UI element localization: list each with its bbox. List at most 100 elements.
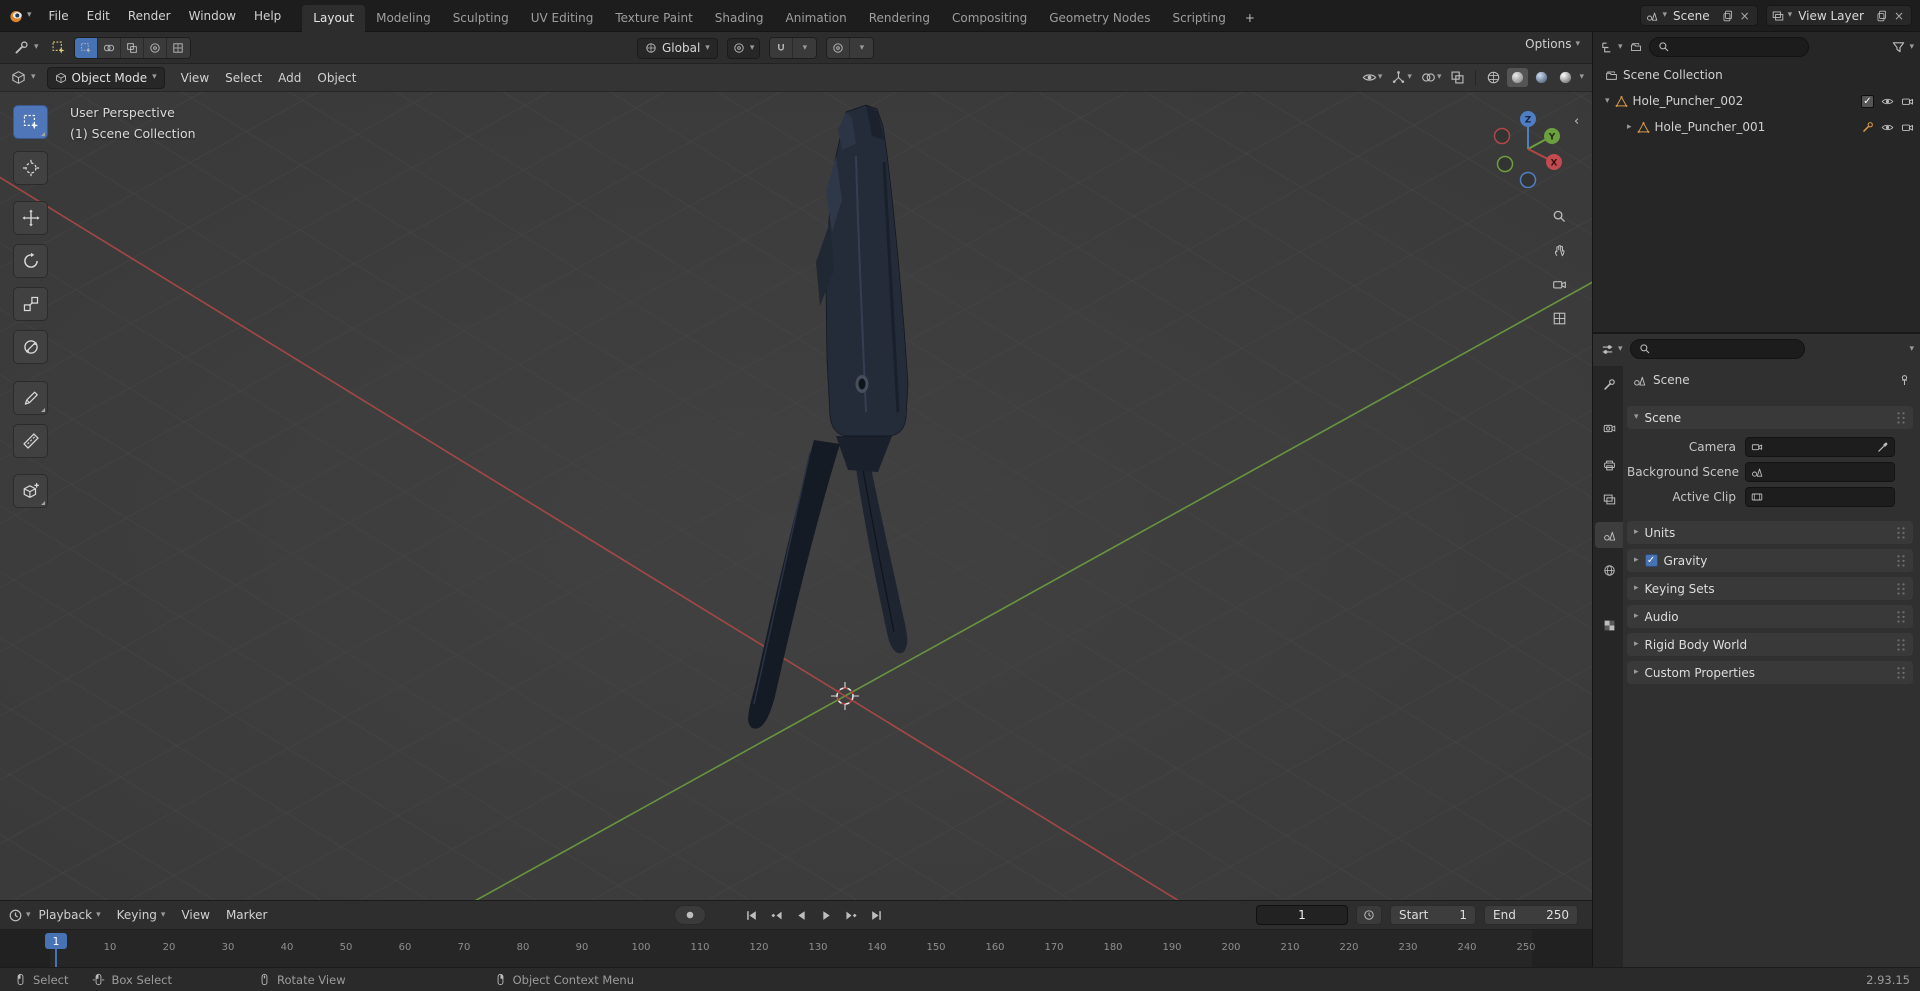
unlink-scene-button[interactable]: ×: [1738, 9, 1752, 23]
disable-render-icon[interactable]: [1901, 95, 1914, 108]
options-dropdown[interactable]: Options ▾: [1525, 37, 1580, 51]
menu-file[interactable]: File: [40, 0, 78, 31]
proportional-falloff-button[interactable]: ▾: [850, 38, 874, 58]
tab-view-layer-properties[interactable]: [1595, 486, 1623, 512]
playhead-line[interactable]: [55, 949, 57, 967]
outliner-editor-type-button[interactable]: ▾: [1600, 40, 1623, 55]
tab-shading[interactable]: Shading: [704, 5, 775, 32]
tool-cursor[interactable]: [13, 151, 48, 185]
tool-add-cube[interactable]: [13, 474, 48, 508]
outliner-row-scene-collection[interactable]: Scene Collection: [1593, 62, 1920, 88]
viewport-menu-select[interactable]: Select: [217, 64, 270, 91]
tab-output-properties[interactable]: [1595, 452, 1623, 478]
new-scene-icon[interactable]: [1722, 10, 1734, 22]
view-layer-selector[interactable]: ▾ View Layer ×: [1765, 5, 1912, 26]
tool-settings-editor-button[interactable]: ▾: [10, 37, 43, 58]
overlays-dropdown[interactable]: ▾: [1418, 68, 1445, 87]
outliner-search-input[interactable]: [1648, 37, 1809, 57]
viewport-menu-view[interactable]: View: [173, 64, 217, 91]
pivot-point-dropdown[interactable]: ▾: [726, 37, 761, 59]
panel-units-header[interactable]: ▸ Units: [1627, 521, 1913, 544]
playhead-marker[interactable]: 1: [45, 933, 67, 949]
blender-menu-button[interactable]: ▾: [0, 0, 40, 31]
zoom-view-button[interactable]: [1547, 204, 1571, 228]
shading-wireframe-button[interactable]: [1483, 68, 1504, 87]
remove-view-layer-button[interactable]: ×: [1892, 9, 1906, 23]
scene-selector[interactable]: ▾ Scene ×: [1640, 5, 1758, 26]
panel-scene-header[interactable]: ▾ Scene: [1627, 406, 1913, 429]
panel-custom-properties-header[interactable]: ▸ Custom Properties: [1627, 661, 1913, 684]
navigation-gizmo[interactable]: Z Y X: [1489, 110, 1567, 188]
panel-keying-sets-header[interactable]: ▸ Keying Sets: [1627, 577, 1913, 600]
select-mode-extend-button[interactable]: [97, 37, 121, 58]
use-preview-range-button[interactable]: [1356, 905, 1382, 925]
pin-icon[interactable]: [1898, 374, 1911, 387]
tool-rotate[interactable]: [13, 244, 48, 278]
background-scene-field[interactable]: [1745, 461, 1895, 482]
tab-world-properties[interactable]: [1595, 557, 1623, 583]
properties-options-button[interactable]: ▾: [1909, 344, 1914, 354]
menu-edit[interactable]: Edit: [78, 0, 119, 31]
tab-texture-properties[interactable]: [1595, 612, 1623, 638]
panel-drag-handle[interactable]: [1896, 410, 1906, 425]
snap-settings-button[interactable]: ▾: [793, 38, 817, 58]
jump-to-end-button[interactable]: [865, 905, 887, 925]
menu-window[interactable]: Window: [180, 0, 245, 31]
current-frame-field[interactable]: 1: [1256, 905, 1348, 925]
viewport-editor-type-button[interactable]: ▾: [6, 67, 41, 88]
previous-keyframe-button[interactable]: [765, 905, 787, 925]
start-frame-field[interactable]: Start 1: [1390, 905, 1476, 925]
hide-eye-icon[interactable]: [1881, 95, 1894, 108]
camera-view-button[interactable]: [1547, 272, 1571, 296]
next-keyframe-button[interactable]: [840, 905, 862, 925]
properties-editor-type-button[interactable]: ▾: [1600, 342, 1623, 357]
tool-scale[interactable]: [13, 287, 48, 321]
camera-field[interactable]: [1745, 436, 1895, 457]
sidebar-collapse-arrow[interactable]: ‹: [1574, 114, 1579, 129]
tab-tool-properties[interactable]: [1595, 371, 1623, 397]
play-button[interactable]: [815, 905, 837, 925]
outliner-row-mesh-data[interactable]: ▸ Hole_Puncher_001: [1593, 114, 1920, 140]
tab-scene-properties[interactable]: [1595, 522, 1623, 548]
tab-texture-paint[interactable]: Texture Paint: [604, 5, 703, 32]
xray-toggle[interactable]: [1447, 68, 1468, 87]
panel-gravity-header[interactable]: ▸ ✓ Gravity: [1627, 549, 1913, 572]
active-clip-field[interactable]: [1745, 486, 1895, 507]
new-view-layer-icon[interactable]: [1876, 10, 1888, 22]
exclude-checkbox[interactable]: ✓: [1861, 94, 1874, 108]
tab-render-properties[interactable]: [1595, 415, 1623, 441]
tool-transform[interactable]: [13, 330, 48, 364]
gizmo-z-negative[interactable]: [1519, 171, 1537, 188]
gizmo-x-negative[interactable]: [1493, 127, 1511, 145]
outliner-row-object[interactable]: ▾ Hole_Puncher_002 ✓: [1593, 88, 1920, 114]
gizmos-dropdown[interactable]: ▾: [1388, 68, 1415, 87]
play-reverse-button[interactable]: [790, 905, 812, 925]
menu-render[interactable]: Render: [119, 0, 180, 31]
shading-solid-button[interactable]: [1507, 68, 1529, 87]
tool-move[interactable]: [13, 201, 48, 235]
panel-drag-handle[interactable]: [1896, 525, 1906, 540]
snap-toggle-button[interactable]: [770, 38, 794, 58]
tab-animation[interactable]: Animation: [775, 5, 858, 32]
mode-dropdown[interactable]: Object Mode ▾: [46, 66, 165, 89]
playback-dropdown[interactable]: Playback ▾: [31, 908, 109, 922]
hide-eye-icon[interactable]: [1881, 121, 1894, 134]
tab-scripting[interactable]: Scripting: [1161, 5, 1236, 32]
tool-annotate[interactable]: [13, 381, 48, 415]
object-visibility-dropdown[interactable]: ▾: [1359, 68, 1386, 87]
tab-layout[interactable]: Layout: [302, 4, 366, 32]
display-mode-button[interactable]: [1630, 41, 1642, 53]
panel-drag-handle[interactable]: [1896, 665, 1906, 680]
timeline-menu-view[interactable]: View: [173, 901, 217, 929]
panel-drag-handle[interactable]: [1896, 553, 1906, 568]
shading-options-chevron[interactable]: ▾: [1579, 73, 1584, 82]
select-mode-intersect-button[interactable]: [166, 37, 190, 58]
tab-sculpting[interactable]: Sculpting: [442, 5, 520, 32]
add-workspace-button[interactable]: +: [1237, 5, 1263, 32]
panel-drag-handle[interactable]: [1896, 637, 1906, 652]
timeline-menu-marker[interactable]: Marker: [218, 901, 275, 929]
select-mode-invert-button[interactable]: [143, 37, 167, 58]
panel-drag-handle[interactable]: [1896, 609, 1906, 624]
transform-orientation-dropdown[interactable]: Global ▾: [637, 37, 718, 59]
panel-drag-handle[interactable]: [1896, 581, 1906, 596]
